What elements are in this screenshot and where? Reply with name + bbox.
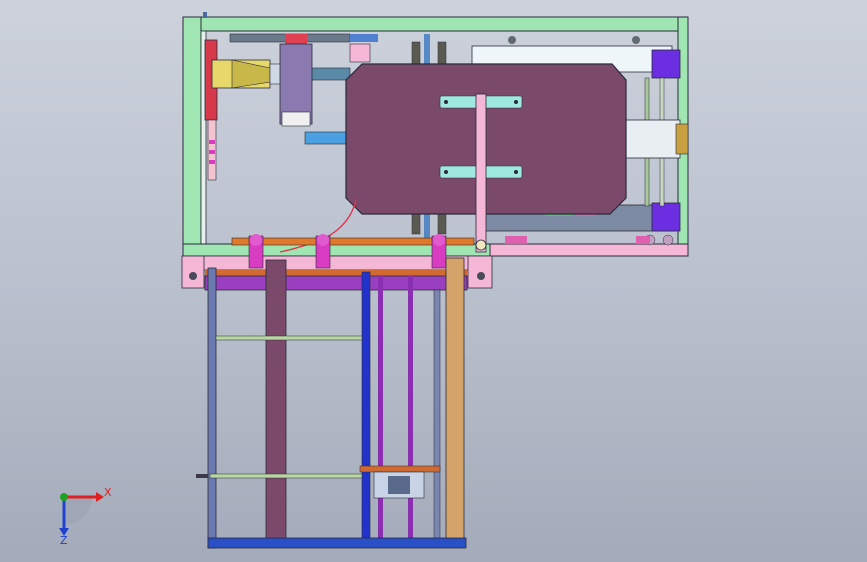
maroon-post [265, 259, 287, 543]
vertical-pink-bar [475, 93, 487, 253]
right-corner-bracket [467, 255, 493, 289]
triad-quarter-arc [64, 497, 92, 525]
y-axis-origin [60, 493, 68, 501]
right-corner-bolt [477, 272, 485, 280]
blue-post [361, 271, 371, 543]
frame-bottom-rail [182, 243, 494, 257]
clamp-1-knob [250, 234, 262, 246]
right-cylinder-mount [675, 123, 689, 155]
purple-rod-1 [378, 276, 383, 538]
frame-left-rail [182, 16, 202, 258]
clamp-3-knob [433, 234, 445, 246]
magenta-bead-2 [209, 150, 215, 154]
purple-beam [204, 275, 468, 291]
bolt-1 [444, 100, 448, 104]
x-axis-label: X [104, 486, 112, 499]
rod-b [437, 41, 447, 65]
bolt-2 [514, 100, 518, 104]
clamp-2-knob [317, 234, 329, 246]
cad-viewport[interactable]: X Z [0, 0, 867, 562]
lower-beam [181, 234, 493, 291]
purple-rod-2 [408, 276, 413, 538]
gear-core [388, 476, 410, 494]
top-bolt [203, 12, 207, 18]
roller-4 [662, 234, 674, 246]
bolt-4 [514, 170, 518, 174]
right-cylinder [624, 119, 681, 159]
upper-blue-bar [350, 34, 378, 42]
pink-foot-right-2 [636, 236, 650, 244]
blue-base [207, 537, 467, 549]
red-cap [285, 34, 307, 44]
violet-block-bottom [651, 202, 681, 232]
blue-link [304, 131, 348, 145]
axis-triad: X Z [59, 486, 112, 547]
x-axis-arrow [96, 492, 104, 502]
right-lower-plate [489, 243, 689, 257]
clamp-1 [248, 234, 264, 269]
roller-1 [508, 36, 516, 44]
rod-a [411, 41, 421, 65]
side-stub-1 [196, 474, 208, 478]
lower-frame [196, 257, 467, 549]
green-rod-bottom [209, 473, 363, 479]
magenta-bead-1 [209, 140, 215, 144]
upper-pink-bar [349, 43, 371, 63]
bolt-3 [444, 170, 448, 174]
gun-shaft [309, 67, 351, 81]
violet-block-top [651, 49, 681, 79]
roller-2 [632, 36, 640, 44]
pink-foot-right [505, 236, 527, 244]
orange-strip [205, 270, 467, 276]
corner-nut [475, 239, 487, 251]
inner-post [433, 289, 441, 541]
clamp-2 [315, 234, 331, 269]
magenta-bead-3 [209, 160, 215, 164]
green-rod-top [215, 335, 363, 341]
frame-top-rail [182, 16, 689, 32]
cross-strip [359, 465, 441, 473]
tan-post [445, 257, 465, 543]
lower-left-post [207, 267, 217, 549]
motor-base [281, 111, 311, 127]
left-corner-bolt [189, 272, 197, 280]
z-axis-label: Z [60, 534, 68, 547]
clamp-3 [431, 234, 447, 269]
machine-drawing: X Z [59, 12, 689, 549]
